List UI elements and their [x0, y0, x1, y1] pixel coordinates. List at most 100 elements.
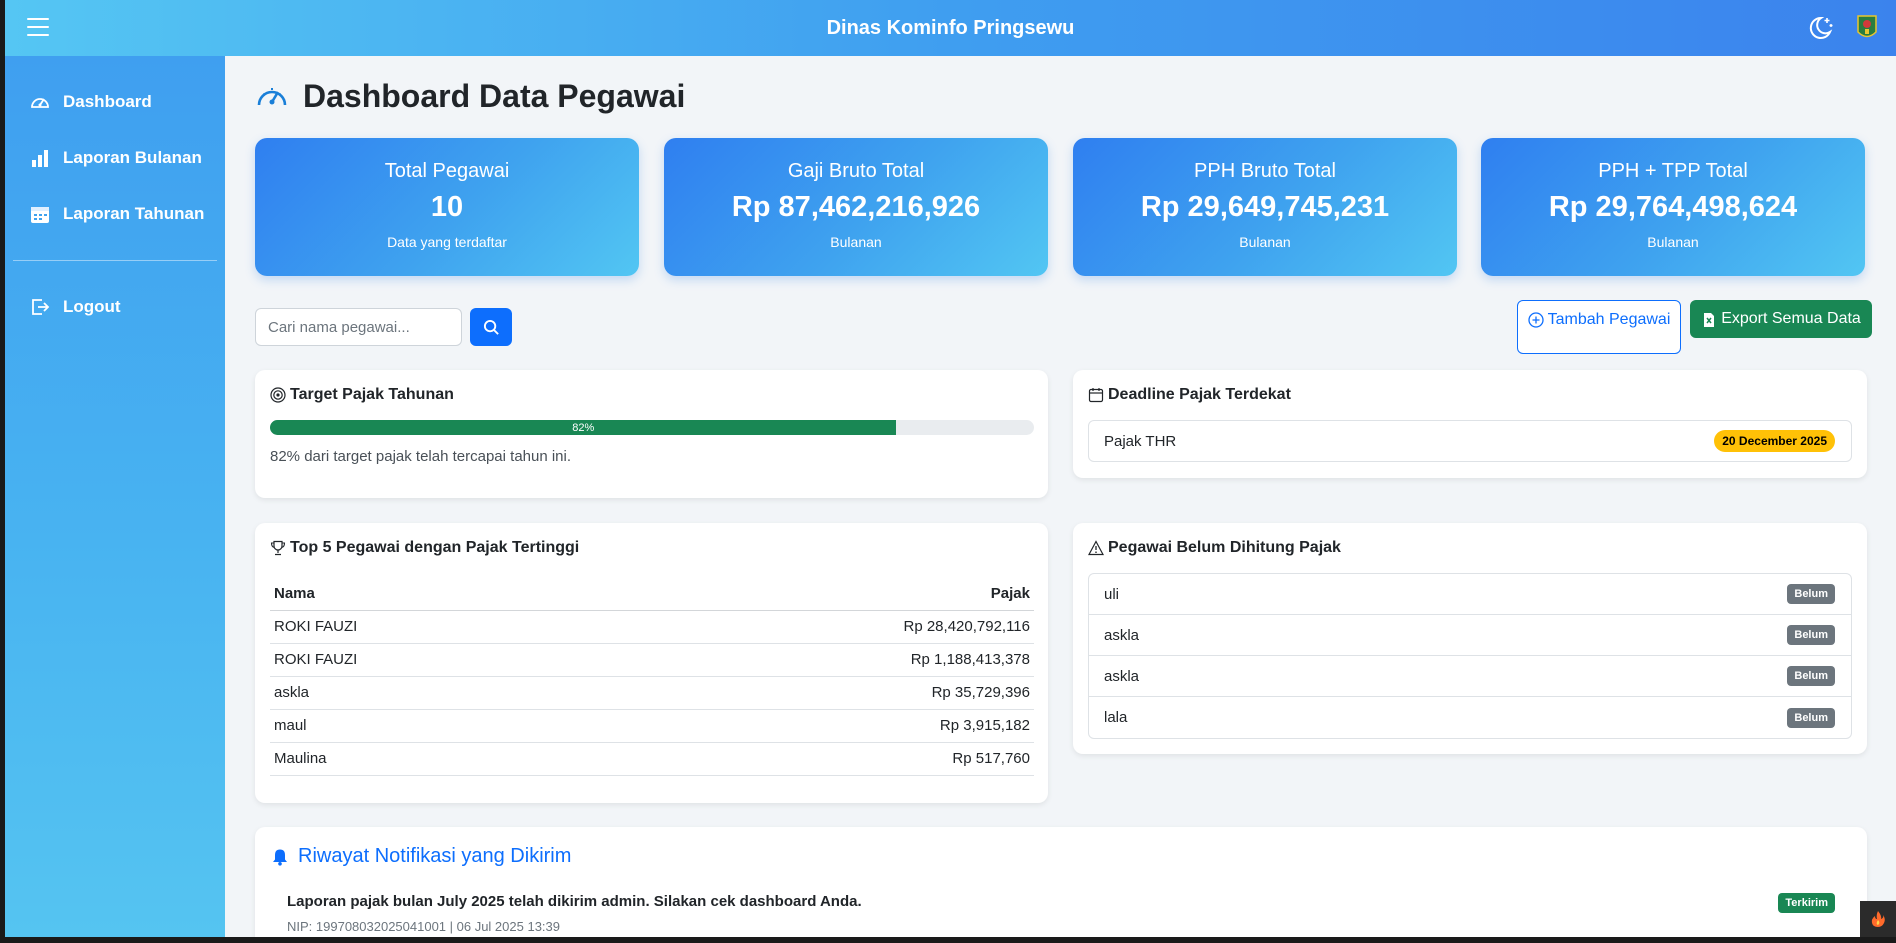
notification-history-title-text: Riwayat Notifikasi yang Dikirim — [298, 845, 572, 867]
card-title-text: Pegawai Belum Dihitung Pajak — [1108, 539, 1341, 556]
target-icon — [270, 387, 286, 403]
stat-value: Rp 87,462,216,926 — [731, 191, 981, 223]
search-input[interactable] — [255, 308, 462, 346]
employee-name: Maulina — [270, 742, 579, 776]
list-item[interactable]: lala Belum — [1089, 697, 1851, 738]
notification-meta: NIP: 199708032025041001 | 06 Jul 2025 13… — [287, 919, 560, 934]
card-title-text: Top 5 Pegawai dengan Pajak Tertinggi — [290, 539, 580, 556]
list-item[interactable]: askla Belum — [1089, 615, 1851, 656]
deadline-name: Pajak THR — [1104, 432, 1177, 450]
logout-icon — [32, 299, 50, 315]
employee-tax: Rp 517,760 — [579, 742, 1034, 776]
status-badge: Belum — [1787, 707, 1835, 728]
employee-name: uli — [1104, 585, 1120, 603]
sidebar-item-label: Dashboard — [63, 92, 152, 111]
employee-name: askla — [270, 676, 579, 710]
notification-message: Laporan pajak bulan July 2025 telah diki… — [287, 893, 862, 910]
employee-name: maul — [270, 709, 579, 743]
deadline-date-badge: 20 December 2025 — [1714, 430, 1835, 452]
app-title: Dinas Kominfo Pringsewu — [826, 16, 1075, 39]
hamburger-icon[interactable] — [27, 18, 49, 36]
table-row: ROKI FAUZI Rp 1,188,413,378 — [270, 643, 1034, 677]
sidebar-item-label: Laporan Tahunan — [63, 204, 205, 223]
list-item[interactable]: askla Belum — [1089, 656, 1851, 697]
file-excel-icon — [1704, 312, 1715, 327]
top5-table: Nama Pajak ROKI FAUZI Rp 28,420,792,116 … — [270, 577, 1034, 776]
sidebar-divider — [13, 260, 217, 261]
deadline-item[interactable]: Pajak THR 20 December 2025 — [1088, 420, 1852, 462]
stat-title: PPH + TPP Total — [1598, 160, 1748, 182]
table-row: Maulina Rp 517,760 — [270, 742, 1034, 776]
employee-name: ROKI FAUZI — [270, 610, 579, 644]
employee-tax: Rp 28,420,792,116 — [579, 610, 1034, 644]
warning-triangle-icon — [1088, 540, 1104, 556]
export-all-label: Export Semua Data — [1721, 310, 1861, 327]
sidebar-item-laporan-tahunan[interactable]: Laporan Tahunan — [5, 186, 225, 242]
app-window: Dinas Kominfo Pringsewu Dashboard Lapora… — [5, 0, 1896, 937]
list-item[interactable]: uli Belum — [1089, 574, 1851, 615]
employee-tax: Rp 1,188,413,378 — [579, 643, 1034, 677]
sidebar-item-label: Laporan Bulanan — [63, 148, 202, 167]
stat-card-total-pegawai: Total Pegawai 10 Data yang terdaftar — [255, 138, 639, 276]
sidebar-item-logout[interactable]: Logout — [5, 279, 225, 335]
table-header-row: Nama Pajak — [270, 577, 1034, 611]
top-navbar: Dinas Kominfo Pringsewu — [5, 0, 1896, 56]
status-badge: Belum — [1787, 625, 1835, 645]
card-title: Pegawai Belum Dihitung Pajak — [1088, 539, 1341, 557]
stat-subtitle: Bulanan — [1647, 234, 1699, 250]
sidebar-item-dashboard[interactable]: Dashboard — [5, 74, 225, 130]
main-content: Dashboard Data Pegawai Total Pegawai 10 … — [225, 56, 1896, 937]
target-progress-fill: 82% — [270, 420, 897, 435]
top5-tax-card: Top 5 Pegawai dengan Pajak Tertinggi Nam… — [255, 523, 1048, 803]
employee-name: askla — [1104, 626, 1140, 644]
stat-value: Rp 29,649,745,231 — [1140, 191, 1390, 223]
stat-title: Gaji Bruto Total — [787, 160, 925, 182]
search-button[interactable] — [470, 308, 512, 346]
card-title: Top 5 Pegawai dengan Pajak Tertinggi — [270, 539, 579, 557]
speedometer-icon — [257, 87, 287, 105]
employee-tax: Rp 35,729,396 — [579, 676, 1034, 710]
stat-subtitle: Bulanan — [830, 234, 882, 250]
employee-name: ROKI FAUZI — [270, 643, 579, 677]
card-title-text: Target Pajak Tahunan — [290, 386, 454, 403]
stat-title: Total Pegawai — [384, 160, 510, 182]
target-progress-bar: 82% — [270, 420, 1034, 435]
stat-value: 10 — [430, 191, 464, 223]
employee-tax: Rp 3,915,182 — [579, 709, 1034, 743]
stat-card-gaji-bruto: Gaji Bruto Total Rp 87,462,216,926 Bulan… — [664, 138, 1048, 276]
stat-title: PPH Bruto Total — [1194, 160, 1336, 182]
column-header-name: Nama — [270, 577, 579, 611]
speedometer-icon — [31, 98, 49, 108]
bell-icon — [273, 849, 287, 866]
stat-subtitle: Bulanan — [1239, 234, 1291, 250]
export-all-button[interactable]: Export Semua Data — [1690, 300, 1872, 338]
regency-emblem-icon — [1856, 14, 1878, 42]
stat-subtitle: Data yang terdaftar — [387, 234, 507, 250]
notification-history-card: Riwayat Notifikasi yang Dikirim Laporan … — [255, 827, 1867, 937]
sidebar-item-laporan-bulanan[interactable]: Laporan Bulanan — [5, 130, 225, 186]
status-badge: Belum — [1787, 666, 1835, 686]
add-employee-button[interactable]: Tambah Pegawai — [1517, 300, 1681, 354]
calendar-icon — [1088, 388, 1104, 403]
employee-name: lala — [1104, 709, 1128, 726]
sidebar-item-label: Logout — [63, 297, 121, 316]
flame-icon[interactable] — [1860, 901, 1896, 937]
table-row: maul Rp 3,915,182 — [270, 709, 1034, 743]
target-progress-note: 82% dari target pajak telah tercapai tah… — [270, 448, 572, 465]
target-tax-card: Target Pajak Tahunan 82% 82% dari target… — [255, 370, 1048, 498]
bar-chart-icon — [32, 150, 48, 167]
sidebar: Dashboard Laporan Bulanan Laporan Tahuna… — [5, 56, 225, 937]
pending-list: uli Belum askla Belum askla Belum lala B… — [1088, 573, 1852, 739]
page-title-text: Dashboard Data Pegawai — [303, 78, 686, 114]
page-title: Dashboard Data Pegawai — [255, 78, 685, 115]
moon-stars-icon[interactable] — [1806, 14, 1834, 42]
plus-circle-icon — [1527, 312, 1544, 328]
status-badge: Belum — [1787, 584, 1835, 604]
calendar-icon — [31, 207, 49, 223]
notification-history-title: Riwayat Notifikasi yang Dikirim — [271, 845, 571, 868]
card-title-text: Deadline Pajak Terdekat — [1108, 386, 1291, 403]
stat-card-pph-bruto: PPH Bruto Total Rp 29,649,745,231 Bulana… — [1073, 138, 1457, 276]
status-badge: Terkirim — [1778, 893, 1835, 913]
pending-tax-card: Pegawai Belum Dihitung Pajak uli Belum a… — [1073, 523, 1867, 754]
table-row: ROKI FAUZI Rp 28,420,792,116 — [270, 610, 1034, 644]
